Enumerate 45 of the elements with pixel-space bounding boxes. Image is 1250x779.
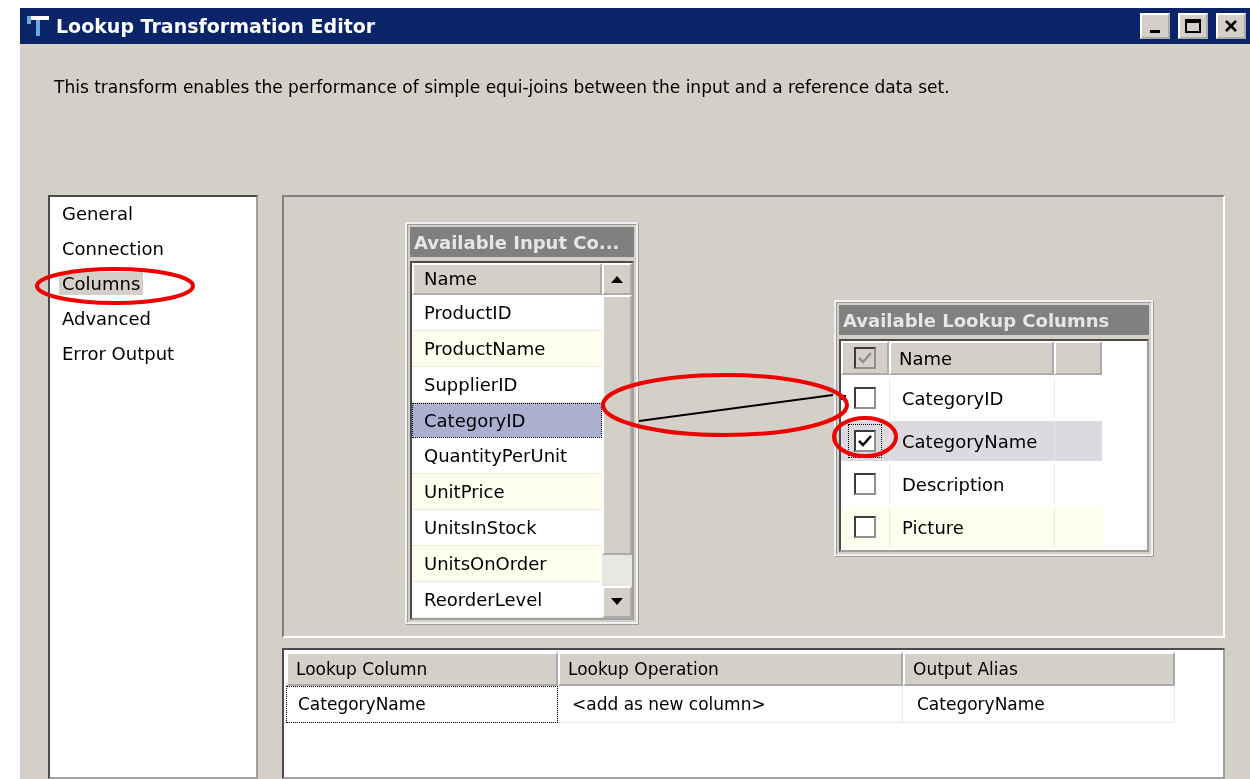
checkbox[interactable] [854,473,876,495]
description-text: This transform enables the performance of simple equi-joins between the input and a reference data set. [54,77,951,97]
table-cell[interactable]: CategoryName [286,686,558,723]
column-header[interactable] [841,341,889,375]
checkmark-icon [858,352,872,364]
minimize-icon [1150,29,1160,33]
column-name: Description [889,464,1054,504]
scroll-thumb[interactable] [602,295,632,555]
window-title: Lookup Transformation Editor [56,15,377,37]
select-all-checkbox[interactable] [854,347,876,369]
lookup-column-row[interactable]: CategoryName [841,421,1102,461]
app-icon [26,15,50,37]
table-title: Available Input Co... [410,227,634,257]
column-name: Picture [889,507,1054,547]
column-header[interactable]: Name [889,341,1054,375]
checkbox[interactable] [854,387,876,409]
input-column-row[interactable]: CategoryID [412,402,602,439]
nav-item[interactable]: Columns [59,272,144,295]
column-header[interactable]: Name [412,263,602,295]
close-button[interactable] [1216,13,1246,39]
column-header[interactable]: Lookup Column [286,652,558,686]
maximize-button[interactable] [1178,13,1208,39]
input-column-row[interactable]: UnitPrice [412,474,602,511]
input-column-row[interactable]: UnitsOnOrder [412,546,602,583]
scroll-down-icon[interactable] [602,586,632,618]
table-cell[interactable]: <add as new column> [558,686,903,723]
scroll-up-icon[interactable] [602,263,632,295]
table-title: Available Lookup Columns [839,305,1149,335]
column-header[interactable]: Output Alias [903,652,1175,686]
scrollbar[interactable] [602,263,632,618]
column-header[interactable]: Lookup Operation [558,652,903,686]
checkmark-icon [858,435,872,447]
minimize-button[interactable] [1140,13,1170,39]
column-name: CategoryID [889,378,1054,418]
lookup-column-row[interactable]: Picture [841,507,1102,547]
table-cell[interactable]: CategoryName [903,686,1175,723]
checkbox[interactable] [854,516,876,538]
nav-item[interactable]: Advanced [59,307,154,330]
input-column-row[interactable]: ProductName [412,330,602,367]
maximize-icon [1185,19,1201,33]
nav-item[interactable]: General [59,202,136,225]
close-icon [1224,19,1238,33]
nav-item[interactable]: Connection [59,237,167,260]
nav-item[interactable]: Error Output [59,342,178,365]
column-name: CategoryName [889,421,1054,461]
